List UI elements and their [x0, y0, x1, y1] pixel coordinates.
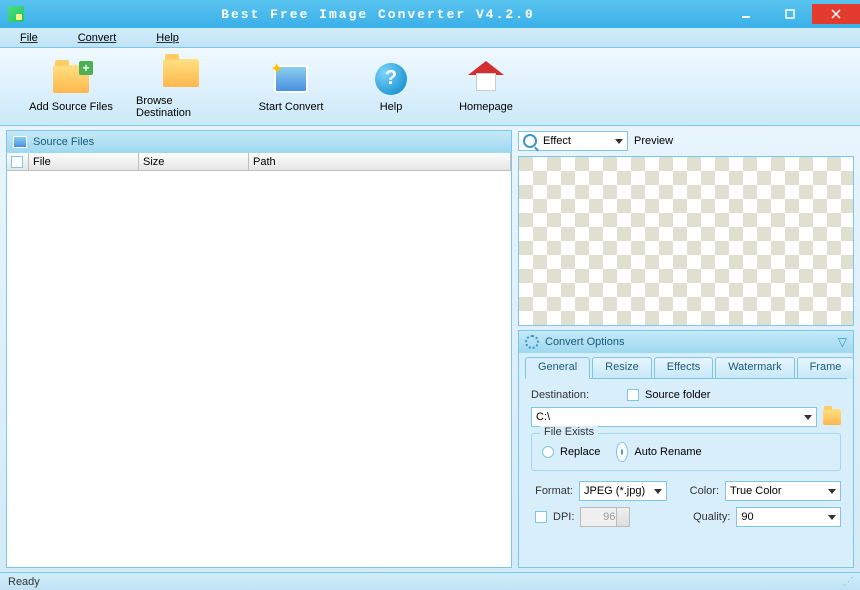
auto-rename-radio[interactable] [616, 442, 628, 462]
preview-canvas [518, 156, 854, 326]
column-path[interactable]: Path [249, 153, 511, 170]
options-title: Convert Options [545, 336, 624, 348]
collapse-icon[interactable]: ▽ [838, 335, 847, 349]
source-folder-label: Source folder [645, 389, 710, 401]
chevron-down-icon [615, 139, 623, 144]
source-folder-checkbox[interactable] [627, 389, 639, 401]
title-bar: Best Free Image Converter V4.2.0 [0, 0, 860, 28]
source-files-title: Source Files [33, 136, 94, 148]
folder-icon [163, 59, 199, 87]
browse-folder-button[interactable] [823, 409, 841, 425]
format-label: Format: [531, 485, 573, 497]
dpi-label: DPI: [553, 511, 574, 523]
minimize-button[interactable] [724, 4, 768, 24]
destination-input[interactable]: C:\ [531, 407, 817, 427]
menu-file[interactable]: File [20, 32, 38, 44]
tab-general[interactable]: General [525, 357, 590, 379]
format-select[interactable]: JPEG (*.jpg) [579, 481, 667, 501]
image-icon [13, 136, 27, 148]
menu-bar: File Convert Help [0, 28, 860, 48]
status-bar: Ready ⋰ [0, 572, 860, 590]
home-icon [470, 65, 502, 93]
tab-resize[interactable]: Resize [592, 357, 652, 379]
convert-options-panel: Convert Options ▽ General Resize Effects… [518, 330, 854, 568]
start-convert-button[interactable]: Start Convert [246, 61, 336, 113]
chevron-down-icon [804, 415, 812, 420]
toolbar: + Add Source Files Browse Destination St… [0, 48, 860, 126]
folder-plus-icon: + [53, 65, 89, 93]
help-icon: ? [375, 63, 407, 95]
menu-help[interactable]: Help [156, 32, 179, 44]
magnifier-icon [523, 134, 537, 148]
preview-label: Preview [634, 135, 673, 147]
browse-destination-button[interactable]: Browse Destination [136, 55, 226, 119]
window-title: Best Free Image Converter V4.2.0 [32, 7, 724, 22]
app-icon [8, 6, 24, 22]
tab-frame[interactable]: Frame [797, 357, 855, 379]
convert-icon [274, 65, 308, 93]
replace-radio[interactable] [542, 446, 554, 458]
effect-select[interactable]: Effect [518, 131, 628, 151]
menu-convert[interactable]: Convert [78, 32, 117, 44]
column-file[interactable]: File [29, 153, 139, 170]
quality-label: Quality: [672, 511, 730, 523]
column-size[interactable]: Size [139, 153, 249, 170]
tab-effects[interactable]: Effects [654, 357, 713, 379]
tab-watermark[interactable]: Watermark [715, 357, 794, 379]
add-source-files-button[interactable]: + Add Source Files [26, 61, 116, 113]
homepage-button[interactable]: Homepage [446, 61, 526, 113]
dpi-spinner[interactable]: 96 [580, 507, 630, 527]
dpi-checkbox[interactable] [535, 511, 547, 523]
column-headers: File Size Path [7, 153, 511, 171]
resize-grip[interactable]: ⋰ [843, 575, 852, 588]
select-all-checkbox[interactable] [11, 156, 23, 168]
file-list[interactable] [7, 171, 511, 567]
help-button[interactable]: ? Help [356, 61, 426, 113]
gear-icon [525, 335, 539, 349]
maximize-button[interactable] [768, 4, 812, 24]
close-button[interactable] [812, 4, 860, 24]
color-label: Color: [673, 485, 719, 497]
color-select[interactable]: True Color [725, 481, 841, 501]
status-text: Ready [8, 576, 40, 588]
file-exists-group: File Exists Replace Auto Rename [531, 433, 841, 471]
quality-select[interactable]: 90 [736, 507, 841, 527]
destination-label: Destination: [531, 389, 621, 401]
source-files-panel: Source Files File Size Path [6, 130, 512, 568]
